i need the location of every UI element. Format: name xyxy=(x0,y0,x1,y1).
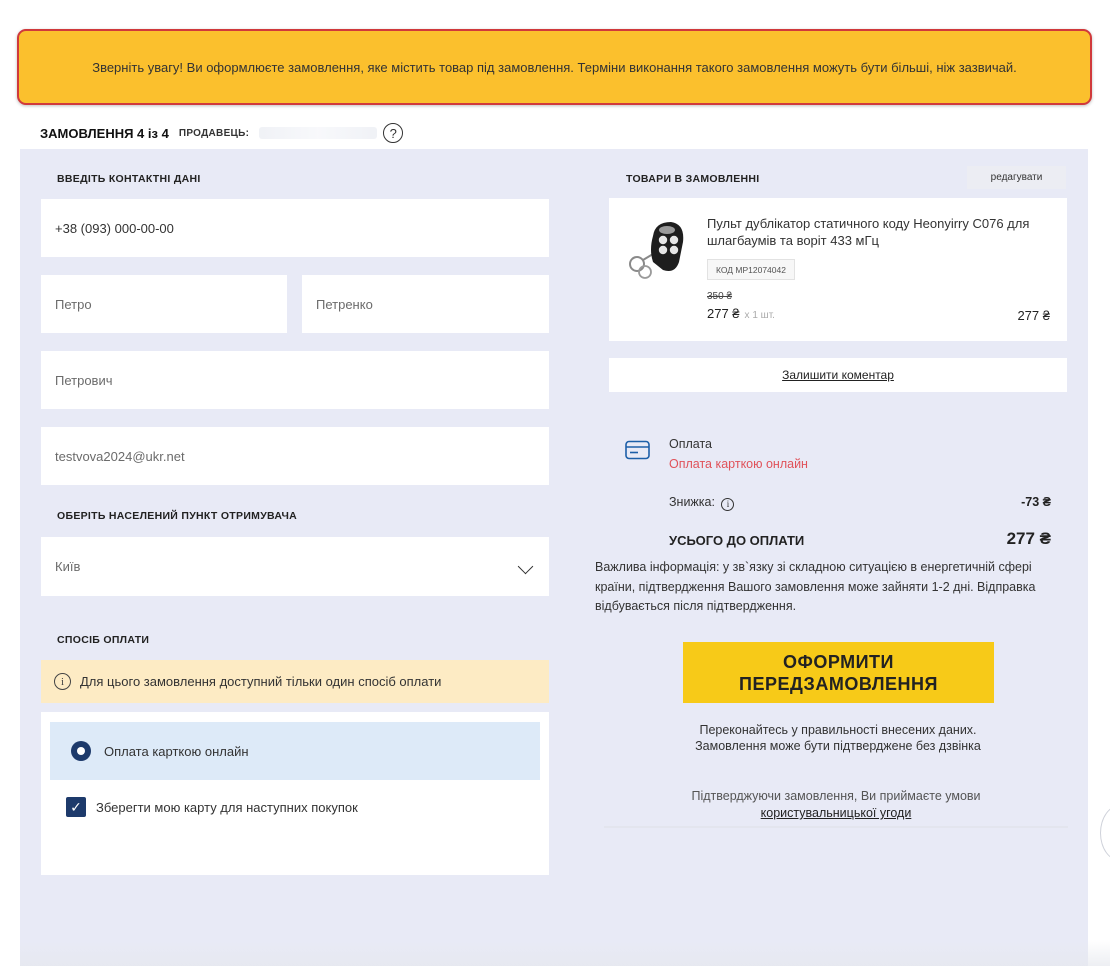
terms-text: Підтверджуючи замовлення, Ви приймаєте у… xyxy=(691,789,981,803)
contact-section-title: ВВЕДІТЬ КОНТАКТНІ ДАНІ xyxy=(57,173,201,185)
user-agreement-link[interactable]: користувальницької угоди xyxy=(604,805,1068,822)
city-select[interactable]: Київ xyxy=(41,537,549,596)
seller-label: ПРОДАВЕЦЬ: xyxy=(178,127,250,139)
terms-note: Підтверджуючи замовлення, Ви приймаєте у… xyxy=(604,788,1068,828)
order-items-title: ТОВАРИ В ЗАМОВЛЕННІ xyxy=(626,173,760,185)
preorder-notice-text: Зверніть увагу! Ви оформлюєте замовлення… xyxy=(92,59,1017,75)
payment-option-label: Оплата карткою онлайн xyxy=(104,743,249,759)
submit-label-line2: ПЕРЕДЗАМОВЛЕННЯ xyxy=(739,673,938,694)
last-name-field[interactable]: Петренко xyxy=(302,275,549,333)
product-card: Пульт дублікатор статичного коду Heonyir… xyxy=(609,198,1067,341)
save-card-label: Зберегти мою карту для наступних покупок xyxy=(96,799,358,815)
submit-preorder-button[interactable]: ОФОРМИТИ ПЕРЕДЗАМОВЛЕННЯ xyxy=(683,642,994,703)
remote-control-product-image[interactable] xyxy=(623,216,689,282)
order-tab: ЗАМОВЛЕННЯ 4 із 4 ПРОДАВЕЦЬ: ? xyxy=(20,117,432,149)
verify-line-1: Переконайтесь у правильності внесених да… xyxy=(699,723,977,737)
seller-name-redacted xyxy=(259,127,378,139)
order-counter: ЗАМОВЛЕННЯ 4 із 4 xyxy=(40,125,169,141)
verify-line-2: Замовлення може бути підтверджене без дз… xyxy=(695,739,981,753)
product-line-total: 277 ₴ xyxy=(1017,308,1050,323)
total-label: УСЬОГО ДО ОПЛАТИ xyxy=(669,533,805,548)
payment-info-box: i Для цього замовлення доступний тільки … xyxy=(41,660,549,703)
payment-summary-label: Оплата xyxy=(669,437,712,451)
product-name-link[interactable]: Пульт дублікатор статичного коду Heonyir… xyxy=(707,215,1052,249)
bottom-fade xyxy=(20,940,1110,966)
info-icon: i xyxy=(54,673,71,690)
save-card-checkbox-row[interactable]: ✓ Зберегти мою карту для наступних покуп… xyxy=(66,797,358,817)
leave-comment-link[interactable]: Залишити коментар xyxy=(609,358,1067,392)
discount-info-icon[interactable]: i xyxy=(721,497,735,511)
submit-button-label: ОФОРМИТИ ПЕРЕДЗАМОВЛЕННЯ xyxy=(739,651,938,695)
edit-order-button[interactable]: редагувати xyxy=(967,166,1066,189)
credit-card-icon xyxy=(625,440,650,460)
product-price-row: 277 ₴ x 1 шт. xyxy=(707,306,775,321)
payment-option-card-online[interactable]: Оплата карткою онлайн xyxy=(50,722,540,780)
first-name-field[interactable]: Петро xyxy=(41,275,287,333)
chevron-down-icon xyxy=(517,558,534,575)
submit-label-line1: ОФОРМИТИ xyxy=(782,651,894,672)
payment-summary-value: Оплата карткою онлайн xyxy=(669,457,808,471)
product-old-price: 350 ₴ xyxy=(707,291,733,302)
payment-options-card: Оплата карткою онлайн ✓ Зберегти мою кар… xyxy=(41,712,549,875)
total-value: 277 ₴ xyxy=(1006,529,1051,548)
floating-widget-button[interactable] xyxy=(1100,805,1110,861)
middle-name-field[interactable]: Петрович xyxy=(41,351,549,409)
verify-data-note: Переконайтесь у правильності внесених да… xyxy=(610,722,1066,754)
phone-field[interactable]: +38 (093) 000-00-00 xyxy=(41,199,549,257)
city-section-title: ОБЕРІТЬ НАСЕЛЕНИЙ ПУНКТ ОТРИМУВАЧА xyxy=(57,510,298,522)
checkout-page: Зверніть увагу! Ви оформлюєте замовлення… xyxy=(0,0,1110,966)
city-select-value: Київ xyxy=(55,559,81,574)
payment-info-text: Для цього замовлення доступний тільки од… xyxy=(80,674,442,689)
payment-section-title: СПОСІБ ОПЛАТИ xyxy=(57,634,150,646)
discount-value: -73 ₴ xyxy=(1021,495,1051,509)
discount-label: Знижка: xyxy=(669,495,715,509)
email-field[interactable]: testvova2024@ukr.net xyxy=(41,427,549,485)
important-info-text: Важлива інформація: у зв`язку зі складно… xyxy=(595,560,1036,613)
product-code-badge: КОД MP12074042 xyxy=(707,259,795,280)
help-icon[interactable]: ? xyxy=(383,123,404,143)
discount-row: Знижка: i -73 ₴ xyxy=(669,495,1051,511)
product-quantity: x 1 шт. xyxy=(744,310,775,321)
radio-selected-icon[interactable] xyxy=(71,741,91,761)
preorder-notice-banner: Зверніть увагу! Ви оформлюєте замовлення… xyxy=(17,29,1092,105)
product-price: 277 ₴ xyxy=(707,306,740,321)
checkbox-checked-icon[interactable]: ✓ xyxy=(66,797,86,817)
